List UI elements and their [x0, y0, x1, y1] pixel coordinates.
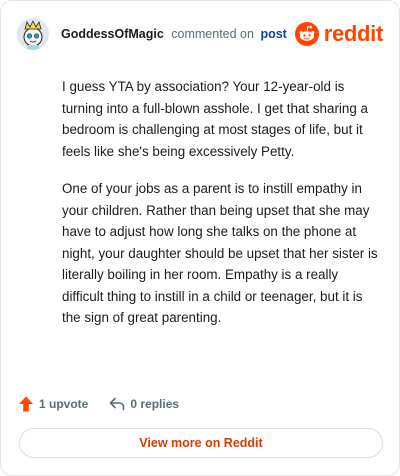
reddit-wordmark: reddit	[323, 21, 384, 46]
embedded-comment-card: GoddessOfMagic commented on post reddit …	[0, 0, 400, 476]
action-text: commented on	[171, 27, 254, 41]
upvote-button[interactable]: 1 upvote	[17, 395, 88, 413]
avatar[interactable]	[17, 18, 49, 50]
comment-body: I guess YTA by association? Your 12-year…	[62, 76, 383, 345]
comment-paragraph: One of your jobs as a parent is to insti…	[62, 181, 378, 325]
comment-header: GoddessOfMagic commented on post reddit	[17, 17, 383, 51]
reply-icon	[110, 397, 125, 411]
upvote-icon	[19, 396, 33, 412]
username[interactable]: GoddessOfMagic	[61, 27, 164, 41]
avatar-icon	[17, 18, 49, 50]
reddit-logo-icon	[294, 22, 319, 46]
comment-meta: GoddessOfMagic commented on post	[61, 27, 287, 41]
post-link[interactable]: post	[260, 27, 286, 41]
view-more-button[interactable]: View more on Reddit	[19, 428, 383, 458]
comment-actions: 1 upvote 0 replies	[17, 393, 179, 415]
comment-paragraph: I guess YTA by association? Your 12-year…	[62, 79, 368, 159]
reddit-brand[interactable]: reddit	[294, 21, 384, 47]
replies-button[interactable]: 0 replies	[108, 395, 179, 413]
upvote-count: 1 upvote	[39, 397, 89, 411]
reply-count: 0 replies	[130, 397, 180, 411]
